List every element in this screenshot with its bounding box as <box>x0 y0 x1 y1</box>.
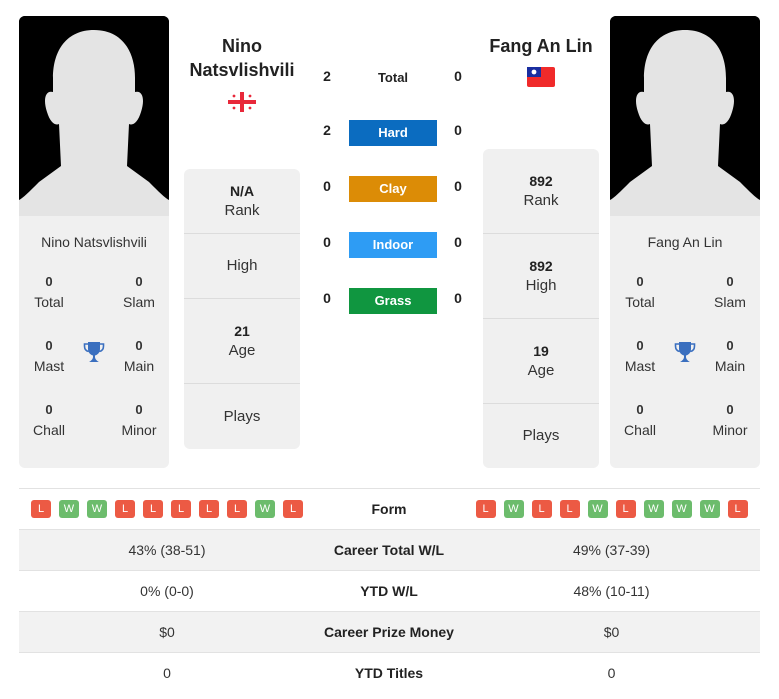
player1-photo <box>19 16 169 216</box>
title-total: 0 Total <box>625 274 655 310</box>
surface-indoor-badge[interactable]: Indoor <box>349 232 437 258</box>
form-badge-loss[interactable]: L <box>199 500 219 518</box>
title-mast: 0 Mast <box>624 338 656 374</box>
stat-row-ytd-wl: 0% (0-0) YTD W/L 48% (10-11) <box>19 570 760 611</box>
player2-titles: 0 Total 0 Slam 0 Mast 0 Main 0 Chall 0 M… <box>610 272 760 468</box>
form-badge-loss[interactable]: L <box>559 500 580 518</box>
georgia-flag-icon <box>228 92 256 112</box>
player2-photo <box>610 16 760 216</box>
player2-plays: Plays <box>522 427 560 444</box>
form-badge-win[interactable]: W <box>643 500 664 518</box>
form-row: LWWLLLLLWL Form LWLLWLWWWL <box>19 488 760 529</box>
player2-name[interactable]: Fang An Lin <box>480 34 602 58</box>
player2-age: 19 Age <box>483 319 599 404</box>
player2-card-name: Fang An Lin <box>647 234 723 250</box>
player1-rank: N/A Rank <box>184 169 300 234</box>
player1-form: LWWLLLLLWL <box>19 500 315 518</box>
surface-hard-badge[interactable]: Hard <box>349 120 437 146</box>
h2h-clay: 0 Clay 0 <box>315 176 475 202</box>
stat-row-prize-money: $0 Career Prize Money $0 <box>19 611 760 652</box>
player1-card-name: Nino Natsvlishvili <box>41 234 147 250</box>
form-badge-win[interactable]: W <box>671 500 692 518</box>
title-main: 0 Main <box>714 338 746 374</box>
form-badge-loss[interactable]: L <box>615 500 636 518</box>
form-badge-loss[interactable]: L <box>227 500 247 518</box>
stat-row-career-wl: 43% (38-51) Career Total W/L 49% (37-39) <box>19 529 760 570</box>
form-badge-loss[interactable]: L <box>31 500 51 518</box>
player1-name[interactable]: Nino Natsvlishvili <box>182 34 302 82</box>
h2h-hard: 2 Hard 0 <box>315 120 475 146</box>
player1-info: N/A Rank High 21 Age Plays <box>184 169 300 449</box>
taiwan-flag-icon <box>527 67 555 87</box>
avatar-silhouette-icon <box>19 16 169 216</box>
player2-form: LWLLWLWWWL <box>463 500 760 518</box>
title-mast: 0 Mast <box>33 338 65 374</box>
title-minor: 0 Minor <box>712 402 748 438</box>
form-badge-loss[interactable]: L <box>727 500 748 518</box>
title-chall: 0 Chall <box>624 402 656 438</box>
form-badge-win[interactable]: W <box>87 500 107 518</box>
form-badge-win[interactable]: W <box>587 500 608 518</box>
comparison-table: LWWLLLLLWL Form LWLLWLWWWL 43% (38-51) C… <box>19 488 760 693</box>
player1-titles: 0 Total 0 Slam 0 Mast 0 Main 0 Chall 0 M… <box>19 272 169 468</box>
form-label: Form <box>371 501 407 517</box>
title-slam: 0 Slam <box>714 274 746 310</box>
title-main: 0 Main <box>123 338 155 374</box>
player2-card: Fang An Lin 0 Total 0 Slam 0 Mast 0 Main… <box>610 16 760 468</box>
form-badge-loss[interactable]: L <box>531 500 552 518</box>
trophy-icon <box>674 342 696 362</box>
avatar-silhouette-icon <box>610 16 760 216</box>
player1-plays: Plays <box>223 407 261 425</box>
form-badge-loss[interactable]: L <box>171 500 191 518</box>
player2-rank: 892 Rank <box>483 149 599 234</box>
h2h-total: 2 Total 0 <box>323 68 462 85</box>
player2-info: 892 Rank 892 High 19 Age Plays <box>483 149 599 468</box>
player2-high: 892 High <box>483 234 599 319</box>
stat-row-ytd-titles: 0 YTD Titles 0 <box>19 652 760 693</box>
player1-card: Nino Natsvlishvili 0 Total 0 Slam 0 Mast… <box>19 16 169 468</box>
title-total: 0 Total <box>34 274 64 310</box>
surface-clay-badge[interactable]: Clay <box>349 176 437 202</box>
form-badge-win[interactable]: W <box>59 500 79 518</box>
h2h-indoor: 0 Indoor 0 <box>315 232 475 258</box>
form-badge-loss[interactable]: L <box>115 500 135 518</box>
title-chall: 0 Chall <box>33 402 65 438</box>
form-badge-win[interactable]: W <box>503 500 524 518</box>
player1-high: High <box>184 234 300 299</box>
player1-age: 21 Age <box>184 299 300 384</box>
surface-grass-badge[interactable]: Grass <box>349 288 437 314</box>
form-badge-loss[interactable]: L <box>475 500 496 518</box>
h2h-grass: 0 Grass 0 <box>315 288 475 314</box>
form-badge-win[interactable]: W <box>699 500 720 518</box>
trophy-icon <box>83 342 105 362</box>
form-badge-loss[interactable]: L <box>283 500 303 518</box>
title-slam: 0 Slam <box>123 274 155 310</box>
title-minor: 0 Minor <box>121 402 157 438</box>
form-badge-win[interactable]: W <box>255 500 275 518</box>
form-badge-loss[interactable]: L <box>143 500 163 518</box>
